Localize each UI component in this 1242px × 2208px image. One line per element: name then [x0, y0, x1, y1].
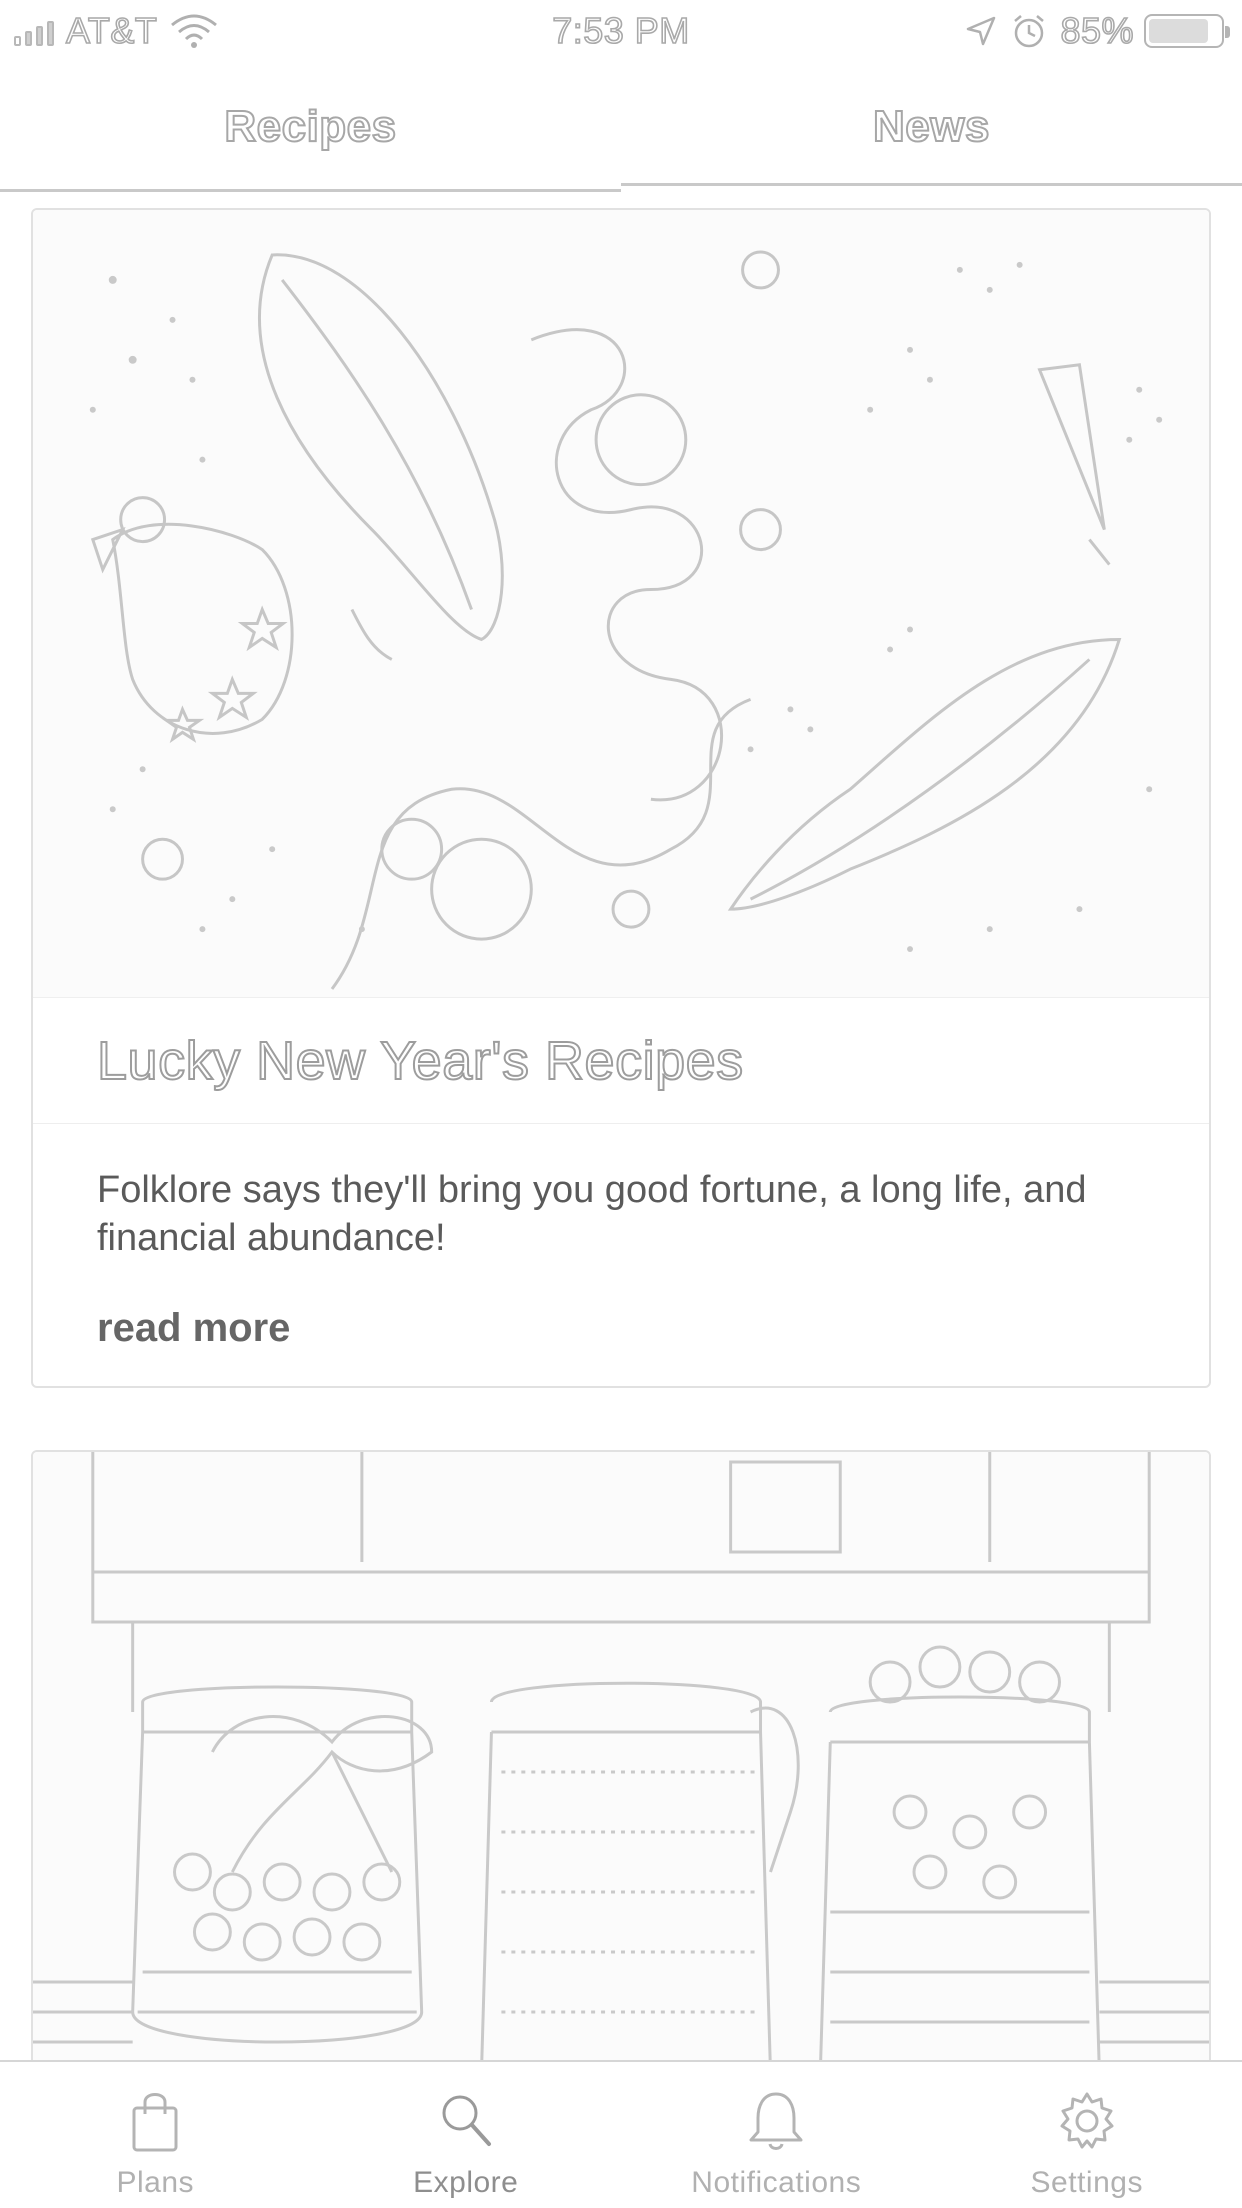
nav-explore[interactable]: Explore — [311, 2062, 622, 2208]
search-icon — [442, 2095, 491, 2146]
top-tab-bar: Recipes News — [0, 62, 1242, 192]
bottom-tab-bar: Plans Explore Notifications Settings — [0, 2060, 1242, 2208]
location-arrow-icon — [967, 16, 996, 46]
nav-plans-label: Plans — [116, 2166, 195, 2199]
nav-explore-label: Explore — [413, 2166, 519, 2199]
alarm-icon — [1014, 15, 1045, 48]
tab-news-label: News — [872, 101, 990, 152]
tab-recipes-label: Recipes — [223, 101, 397, 152]
card-title-row: Lucky New Year's Recipes — [33, 998, 1209, 1124]
read-more-link[interactable]: read more — [97, 1306, 290, 1351]
card-description: Folklore says they'll bring you good for… — [97, 1169, 1087, 1259]
nav-settings-label: Settings — [1030, 2166, 1143, 2199]
news-card[interactable] — [31, 1450, 1211, 2070]
nav-notifications-label: Notifications — [691, 2166, 862, 2199]
shopping-bag-icon — [132, 2093, 178, 2152]
nav-notifications[interactable]: Notifications — [621, 2062, 932, 2208]
battery-icon — [1144, 14, 1230, 48]
card-body: Folklore says they'll bring you good for… — [33, 1124, 1209, 1351]
bell-icon — [749, 2092, 803, 2150]
nav-settings[interactable]: Settings — [932, 2062, 1242, 2208]
gear-icon — [1060, 2092, 1114, 2149]
card-title: Lucky New Year's Recipes — [96, 1030, 744, 1092]
tab-news[interactable]: News — [621, 62, 1242, 192]
battery-fill — [1149, 19, 1208, 43]
nav-plans[interactable]: Plans — [0, 2062, 311, 2208]
battery-percent: 85% — [1060, 9, 1135, 52]
card-image-new-year-ingredients[interactable] — [33, 210, 1209, 998]
new-year-ingredients-illustration — [89, 250, 1163, 990]
status-bar: AT&T 7:53 PM 85% — [0, 0, 1242, 62]
status-right: 85% — [964, 9, 1230, 52]
card-image-jars[interactable] — [33, 1452, 1209, 2068]
news-card[interactable]: Lucky New Year's Recipes Folklore says t… — [31, 208, 1211, 1388]
mason-jars-illustration — [33, 1452, 1209, 2068]
tab-recipes[interactable]: Recipes — [0, 62, 621, 192]
